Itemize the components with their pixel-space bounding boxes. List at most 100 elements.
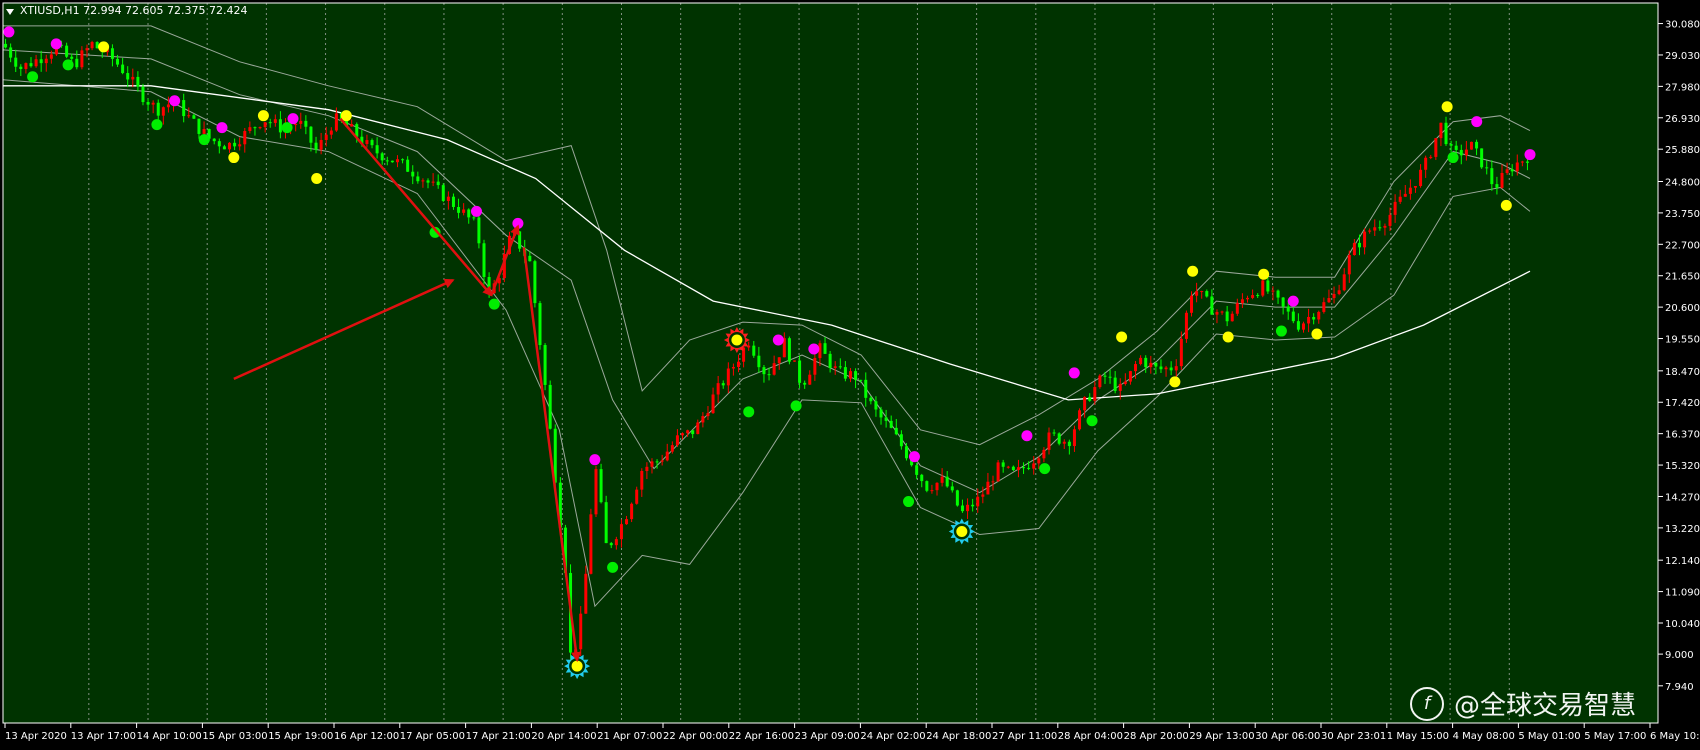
candle-body [1307, 316, 1311, 324]
x-tick-label: 17 Apr 21:00 [466, 731, 531, 742]
candle-body [1093, 387, 1097, 401]
x-tick-label: 5 May 01:00 [1518, 731, 1580, 742]
x-tick-label: 1 May 15:00 [1387, 731, 1449, 742]
candle-body [599, 469, 603, 503]
candle-body [243, 131, 247, 145]
candle-body [192, 115, 196, 119]
dropdown-triangle-icon[interactable] [6, 8, 14, 15]
candle-body [940, 476, 944, 483]
candle-body [894, 427, 898, 435]
candle-body [798, 360, 802, 383]
candle-body [681, 433, 685, 436]
candle-body [966, 504, 970, 512]
candle-body [548, 384, 552, 429]
candle-body [986, 481, 990, 495]
candle-body [1485, 167, 1489, 169]
candle-body [1205, 291, 1209, 297]
candle-body [874, 401, 878, 410]
candle-body [981, 494, 985, 497]
signal-dot-magenta [169, 95, 181, 107]
candle-body [141, 86, 145, 103]
candle-body [1215, 311, 1219, 315]
candle-body [925, 481, 929, 491]
candle-body [625, 519, 629, 525]
y-tick-label: 25.880 [1665, 145, 1700, 156]
candle-body [1098, 375, 1102, 388]
candle-body [772, 363, 776, 375]
candle-body [879, 409, 883, 418]
candle-body [1459, 149, 1463, 156]
x-tick-label: 22 Apr 00:00 [663, 731, 728, 742]
candle-body [930, 490, 934, 492]
y-tick-label: 10.040 [1665, 619, 1700, 630]
candle-body [467, 209, 471, 218]
candle-body [823, 343, 827, 354]
candle-body [619, 524, 623, 540]
candle-body [472, 217, 476, 219]
candle-body [792, 360, 796, 362]
candle-body [915, 465, 919, 475]
candle-body [319, 139, 323, 150]
candle-body [731, 367, 735, 369]
signal-dot-yellow [1311, 328, 1323, 340]
candle-body [848, 371, 852, 379]
candle-body [808, 374, 812, 385]
candle-body [675, 435, 679, 446]
candle-body [217, 141, 221, 147]
signal-dot-yellow [571, 660, 583, 672]
candle-body [1322, 302, 1326, 312]
candle-body [533, 261, 537, 304]
candle-body [1103, 375, 1107, 377]
y-tick-label: 18.470 [1665, 367, 1700, 378]
candle-body [920, 474, 924, 482]
candle-body [686, 430, 690, 434]
candle-body [19, 66, 23, 69]
candle-body [248, 127, 252, 132]
candle-body [696, 422, 700, 435]
candle-body [833, 366, 837, 368]
candle-body [457, 206, 461, 213]
candle-body [166, 104, 170, 108]
signal-dot-magenta [1524, 149, 1536, 161]
candle-body [1210, 296, 1214, 315]
candle-body [645, 466, 649, 472]
candle-body [462, 209, 466, 213]
candle-body [416, 176, 420, 182]
candle-body [869, 397, 873, 402]
candle-body [136, 76, 140, 87]
candle-body [304, 120, 308, 127]
x-tick-label: 23 Apr 09:00 [795, 731, 860, 742]
candle-body [85, 48, 89, 51]
candle-body [1032, 463, 1036, 469]
candle-body [110, 48, 114, 59]
signal-dot-yellow [1258, 268, 1270, 280]
candle-body [1174, 366, 1178, 371]
candle-body [1184, 312, 1188, 339]
candle-body [1419, 169, 1423, 187]
y-tick-label: 29.030 [1665, 51, 1700, 62]
candle-body [752, 345, 756, 356]
candle-body [1037, 458, 1041, 464]
candle-body [1144, 357, 1148, 368]
signal-dot-green [281, 122, 293, 134]
candle-body [1352, 242, 1356, 256]
candle-body [253, 127, 257, 129]
candle-body [1500, 172, 1504, 188]
price-chart[interactable]: 30.080 29.030 27.980 26.930 25.880 24.800 23.7… [0, 0, 1700, 746]
candle-body [441, 185, 445, 201]
candle-body [1067, 441, 1071, 447]
signal-dot-green [27, 71, 39, 83]
signal-dot-green [1447, 152, 1459, 164]
candle-body [1256, 295, 1260, 297]
candle-body [935, 482, 939, 491]
signal-dot-green [151, 119, 163, 131]
candle-body [838, 366, 842, 368]
candle-body [1052, 432, 1056, 434]
y-tick-label: 24.800 [1665, 177, 1700, 188]
candle-body [314, 142, 318, 150]
y-tick-label: 20.600 [1665, 303, 1700, 314]
candle-body [49, 54, 53, 59]
candle-body [29, 63, 33, 67]
candle-body [813, 358, 817, 375]
candle-body [594, 469, 598, 515]
